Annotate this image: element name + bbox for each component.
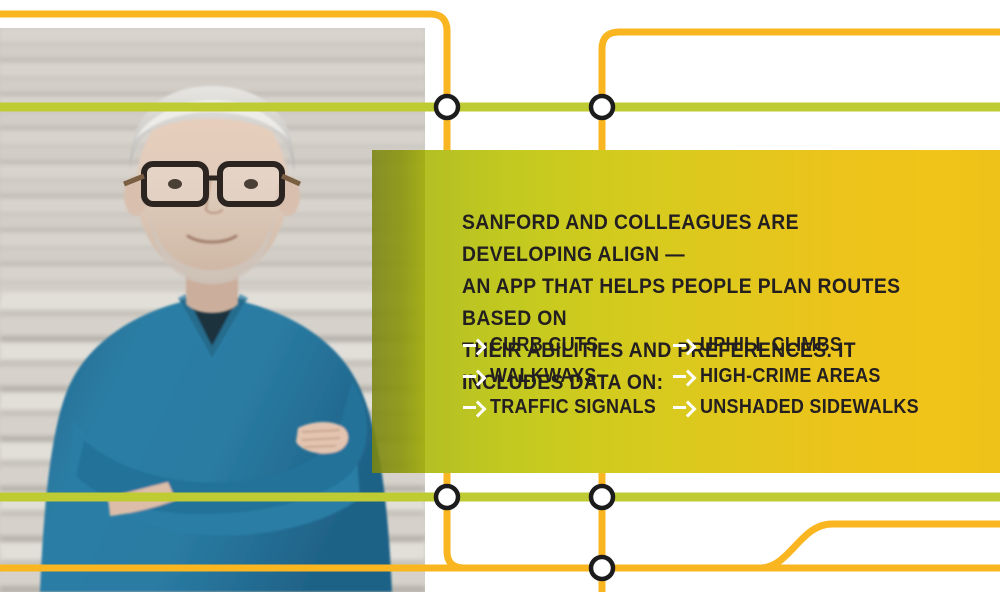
arrow-right-icon [672, 369, 694, 384]
arrow-right-icon [462, 400, 484, 415]
list-item: Uphill climbs [672, 330, 972, 361]
node-circle-bottom-middle [588, 483, 616, 511]
arrow-right-icon [672, 338, 694, 353]
list-item-label: Uphill climbs [700, 334, 843, 356]
infographic-stage: Sanford and colleagues are developing Al… [0, 0, 1000, 592]
node-circle-bottom-left [433, 483, 461, 511]
list-item: Walkways [462, 361, 672, 392]
arrow-right-icon [462, 338, 484, 353]
feature-list-right: Uphill climbs High-crime areas Unshaded … [672, 330, 972, 423]
node-circle-top-left [433, 93, 461, 121]
arrow-right-icon [462, 369, 484, 384]
node-circle-lower-middle [588, 554, 616, 582]
arrow-right-icon [672, 400, 694, 415]
portrait-photo [0, 28, 425, 592]
content-panel: Sanford and colleagues are developing Al… [372, 150, 1000, 473]
list-item-label: Walkways [490, 365, 597, 387]
feature-lists: Curb cuts Walkways Traffic signals Uphil [462, 330, 972, 423]
list-item-label: Curb cuts [490, 334, 599, 356]
list-item: Traffic signals [462, 392, 672, 423]
list-item: Unshaded sidewalks [672, 392, 972, 423]
list-item-label: High-crime areas [700, 365, 881, 387]
list-item-label: Unshaded sidewalks [700, 396, 919, 418]
list-item-label: Traffic signals [490, 396, 657, 418]
portrait-subject [40, 86, 392, 592]
list-item: High-crime areas [672, 361, 972, 392]
feature-list-left: Curb cuts Walkways Traffic signals [462, 330, 672, 423]
node-circle-top-middle [588, 93, 616, 121]
list-item: Curb cuts [462, 330, 672, 361]
orange-path-lower-elbow [443, 480, 1000, 572]
